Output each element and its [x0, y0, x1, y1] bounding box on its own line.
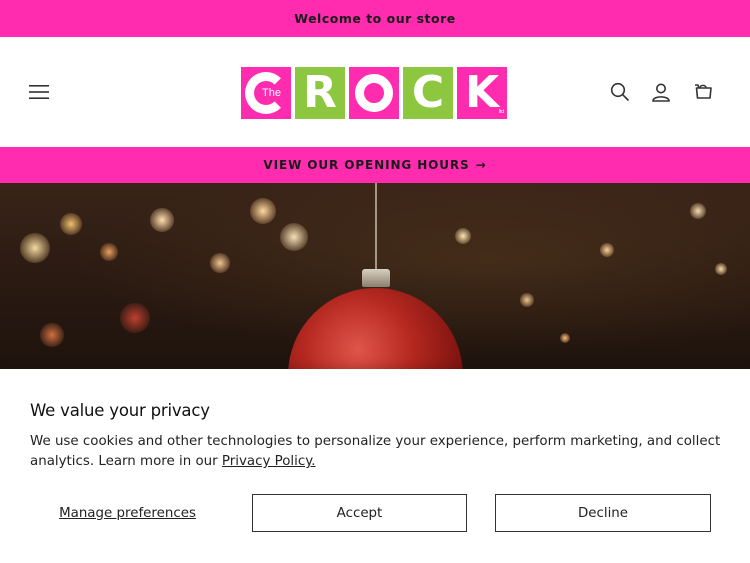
privacy-policy-link[interactable]: Privacy Policy.: [222, 454, 316, 469]
ornament-cap: [362, 269, 390, 287]
consent-body-text: We use cookies and other technologies to…: [30, 434, 721, 469]
logo-tile-r: R: [295, 67, 345, 119]
consent-body: We use cookies and other technologies to…: [30, 432, 730, 472]
logo-tile-c: The: [241, 67, 291, 119]
accept-button[interactable]: Accept: [252, 494, 467, 532]
site-header: The R C K ltd: [0, 37, 750, 147]
opening-hours-link[interactable]: VIEW OUR OPENING HOURS →: [0, 147, 750, 183]
logo-tile-k: K ltd: [457, 67, 507, 119]
logo-ltd-text: ltd: [498, 109, 504, 115]
store-logo[interactable]: The R C K ltd: [241, 67, 507, 119]
account-button[interactable]: [647, 78, 675, 106]
hero-banner: [0, 183, 750, 373]
christmas-ornament-image: [288, 288, 463, 373]
consent-title: We value your privacy: [30, 401, 210, 420]
announcement-bar: Welcome to our store: [0, 0, 750, 37]
arrow-right-icon: →: [475, 158, 487, 172]
decline-button[interactable]: Decline: [495, 494, 711, 532]
search-button[interactable]: [606, 78, 634, 106]
logo-letter-c: C: [411, 67, 445, 118]
cookie-consent-banner: We value your privacy We use cookies and…: [0, 369, 750, 563]
logo-letter-k: K: [464, 67, 500, 118]
logo-tile-c2: C: [403, 67, 453, 119]
cart-icon: [695, 84, 712, 99]
account-icon: [652, 83, 670, 102]
manage-preferences-link[interactable]: Manage preferences: [30, 494, 225, 532]
opening-hours-label: VIEW OUR OPENING HOURS: [263, 158, 470, 172]
search-icon: [610, 82, 630, 102]
hamburger-menu-icon: [29, 85, 49, 99]
ornament-string: [375, 183, 377, 271]
announcement-text: Welcome to our store: [294, 11, 456, 26]
logo-letter-r: R: [303, 67, 337, 118]
logo-tile-o: [349, 67, 399, 119]
menu-button[interactable]: [25, 78, 53, 106]
cart-button[interactable]: [689, 78, 717, 106]
logo-the-text: The: [262, 87, 281, 99]
